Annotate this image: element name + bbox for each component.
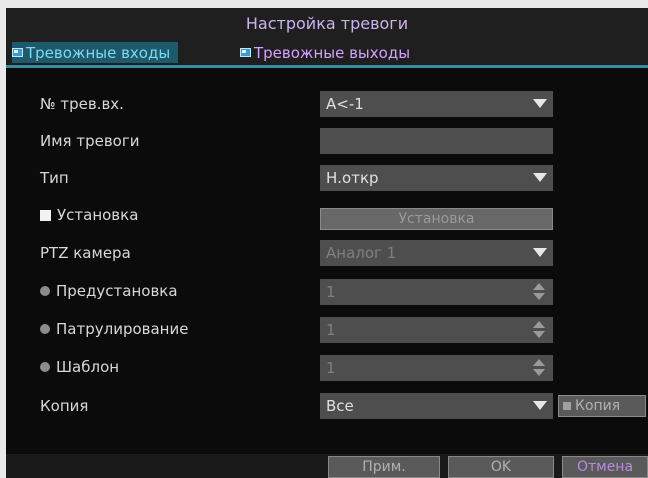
setup-button[interactable]: Установка <box>320 208 553 230</box>
pattern-radio[interactable] <box>40 362 50 372</box>
tab-image-icon <box>240 48 251 57</box>
alarm-input-no-value: A<-1 <box>326 95 364 113</box>
alarm-name-label: Имя тревоги <box>40 132 140 150</box>
alarm-input-no-label: № трев.вх. <box>40 95 124 113</box>
alarm-name-input[interactable] <box>320 128 553 154</box>
copy-icon <box>563 402 571 410</box>
copy-button-label: Копия <box>575 398 621 414</box>
title-bar: Настройка тревоги Тревожные входы Тревож… <box>6 8 648 65</box>
patrol-value: 1 <box>326 321 336 339</box>
patrol-row: Патрулирование <box>40 320 188 338</box>
ptz-camera-select[interactable]: Аналог 1 <box>320 240 553 266</box>
ptz-camera-label: PTZ камера <box>40 244 131 262</box>
pattern-label: Шаблон <box>56 358 120 376</box>
patrol-radio[interactable] <box>40 324 50 334</box>
copy-label: Копия <box>40 397 89 415</box>
tab-alarm-outputs-label: Тревожные выходы <box>254 43 411 62</box>
pattern-spinbox[interactable]: 1 <box>320 355 553 381</box>
chevron-down-icon <box>533 173 547 182</box>
preset-spinbox[interactable]: 1 <box>320 279 553 305</box>
type-select[interactable]: Н.откр <box>320 165 553 191</box>
tab-alarm-inputs-label: Тревожные входы <box>26 43 171 62</box>
ok-button[interactable]: OK <box>448 456 554 478</box>
pattern-value: 1 <box>326 359 336 377</box>
ptz-camera-value: Аналог 1 <box>326 244 397 262</box>
tab-image-icon <box>12 48 23 57</box>
chevron-down-icon <box>533 401 547 410</box>
setup-checkbox[interactable] <box>40 209 51 221</box>
cancel-button[interactable]: Отмена <box>562 456 648 478</box>
copy-select[interactable]: Все <box>320 393 553 419</box>
tab-underline <box>6 65 648 68</box>
type-value: Н.откр <box>326 169 379 187</box>
preset-radio[interactable] <box>40 286 50 296</box>
pattern-row: Шаблон <box>40 358 119 376</box>
patrol-spinbox[interactable]: 1 <box>320 317 553 343</box>
alarm-settings-window: Настройка тревоги Тревожные входы Тревож… <box>6 8 648 478</box>
spinner-icon[interactable] <box>533 321 547 339</box>
preset-label: Предустановка <box>56 282 178 300</box>
ok-button-label: OK <box>490 459 512 475</box>
copy-value: Все <box>326 397 354 415</box>
apply-button[interactable]: Прим. <box>328 456 440 478</box>
patrol-label: Патрулирование <box>56 320 189 338</box>
apply-button-label: Прим. <box>362 459 406 475</box>
setup-label: Установка <box>57 206 139 224</box>
setup-button-label: Установка <box>398 211 475 227</box>
chevron-down-icon <box>533 248 547 257</box>
type-label: Тип <box>40 169 69 187</box>
cancel-button-label: Отмена <box>576 459 634 475</box>
preset-value: 1 <box>326 283 336 301</box>
tab-alarm-outputs[interactable]: Тревожные выходы <box>240 42 410 63</box>
chevron-down-icon <box>533 99 547 108</box>
alarm-input-no-select[interactable]: A<-1 <box>320 91 553 117</box>
spinner-icon[interactable] <box>533 359 547 377</box>
copy-button[interactable]: Копия <box>558 395 646 417</box>
tab-alarm-inputs[interactable]: Тревожные входы <box>12 42 179 63</box>
setup-row: Установка <box>40 206 138 224</box>
window-title: Настройка тревоги <box>245 14 409 33</box>
spinner-icon[interactable] <box>533 283 547 301</box>
preset-row: Предустановка <box>40 282 178 300</box>
